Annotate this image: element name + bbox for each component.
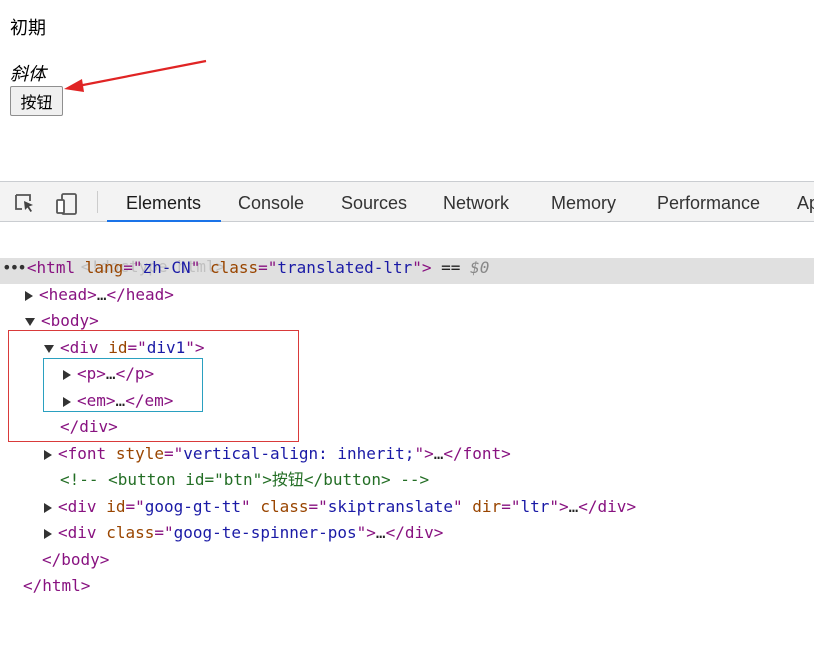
dom-font[interactable]: <font style="vertical-align: inherit;">…… xyxy=(44,441,511,467)
dom-body-close[interactable]: </body> xyxy=(42,547,109,573)
tab-console[interactable]: Console xyxy=(238,182,304,222)
dom-html-open[interactable]: ••• <html lang="zh-CN" class="translated-… xyxy=(2,255,489,281)
device-toolbar-icon[interactable] xyxy=(55,192,77,215)
collapse-triangle-icon[interactable] xyxy=(25,317,35,326)
tab-performance[interactable]: Performance xyxy=(657,182,760,222)
dom-doctype[interactable]: <!doctype html> xyxy=(23,228,226,276)
comment-text: <!-- <button id="btn">按钮</button> --> xyxy=(60,470,430,489)
dom-goog-gt-tt[interactable]: <div id="goog-gt-tt" class="skiptranslat… xyxy=(44,494,636,520)
dom-comment[interactable]: <!-- <button id="btn">按钮</button> --> xyxy=(60,467,429,493)
element-picker-icon[interactable] xyxy=(14,192,36,214)
tab-elements[interactable]: Elements xyxy=(126,182,201,222)
tab-application[interactable]: Ap xyxy=(797,182,814,222)
expand-triangle-icon[interactable] xyxy=(44,528,52,539)
expand-triangle-icon[interactable] xyxy=(44,502,52,513)
page-paragraph: 初期 xyxy=(10,18,46,39)
annotation-blue-box xyxy=(43,358,203,412)
toolbar-separator xyxy=(97,191,98,213)
active-tab-underline xyxy=(107,220,221,222)
dom-spinner-div[interactable]: <div class="goog-te-spinner-pos">…</div> xyxy=(44,520,443,546)
tab-memory[interactable]: Memory xyxy=(551,182,616,222)
page-button[interactable]: 按钮 xyxy=(10,86,63,116)
dom-head[interactable]: <head>…</head> xyxy=(25,282,174,308)
expand-triangle-icon[interactable] xyxy=(25,290,33,301)
tab-sources[interactable]: Sources xyxy=(341,182,407,222)
devtools-toolbar: Elements Console Sources Network Memory … xyxy=(0,181,814,222)
tab-network[interactable]: Network xyxy=(443,182,509,222)
dom-html-close[interactable]: </html> xyxy=(23,573,90,599)
annotation-arrow-top xyxy=(64,59,207,92)
page-italic-text: 斜体 xyxy=(10,64,46,85)
more-dots-icon[interactable]: ••• xyxy=(2,258,27,277)
expand-triangle-icon[interactable] xyxy=(44,449,52,460)
